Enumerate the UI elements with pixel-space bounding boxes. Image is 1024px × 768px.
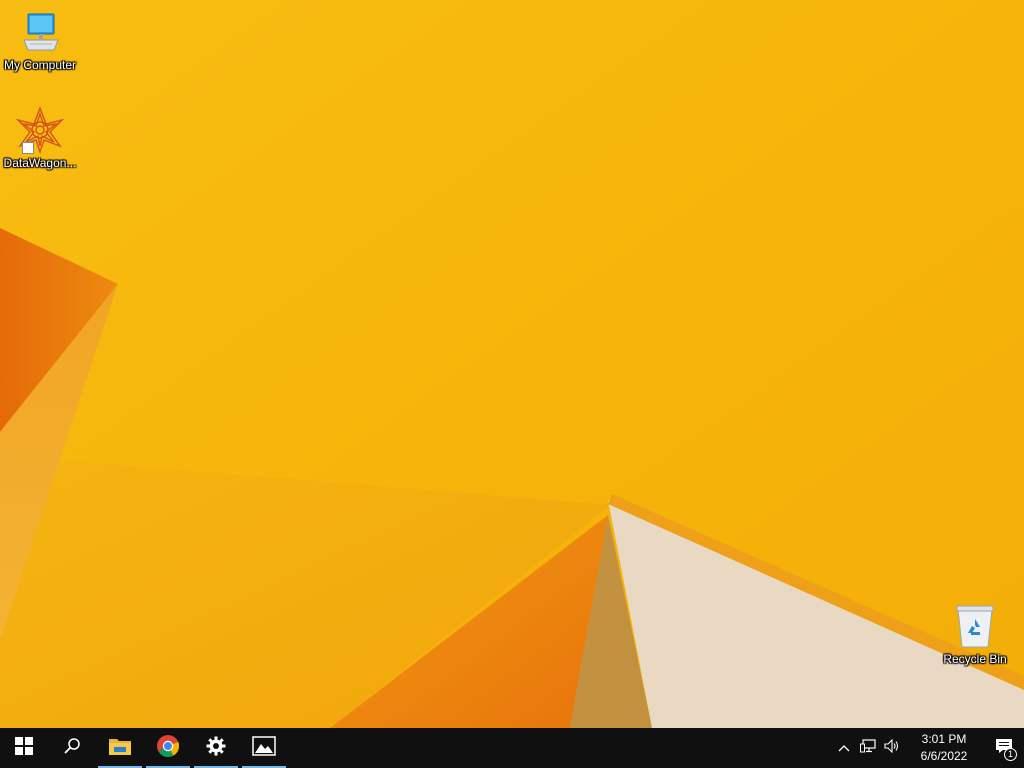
notification-count-badge: 1 xyxy=(1004,748,1017,761)
desktop-icon-label: Recycle Bin xyxy=(943,652,1007,666)
photos-button[interactable] xyxy=(240,728,288,768)
datawagon-icon xyxy=(16,106,64,154)
desktop-icon-label: My Computer xyxy=(3,58,77,72)
file-explorer-icon xyxy=(108,736,132,761)
desktop[interactable]: My Computer DataWagon... Recycle Bin xyxy=(0,0,1024,728)
show-hidden-icons-button[interactable] xyxy=(832,728,856,768)
volume-button[interactable] xyxy=(880,728,904,768)
desktop-icon-label: DataWagon... xyxy=(3,156,77,170)
photos-icon xyxy=(252,735,276,761)
desktop-icon-my-computer[interactable]: My Computer xyxy=(0,8,80,72)
settings-gear-icon xyxy=(206,736,226,761)
desktop-icon-datawagon[interactable]: DataWagon... xyxy=(0,106,80,170)
system-tray: 3:01 PM 6/6/2022 1 xyxy=(832,728,1024,768)
shortcut-arrow-icon xyxy=(22,142,34,154)
search-icon xyxy=(63,737,81,760)
settings-button[interactable] xyxy=(192,728,240,768)
clock-date: 6/6/2022 xyxy=(920,749,968,763)
clock-time: 3:01 PM xyxy=(921,732,967,746)
volume-icon xyxy=(884,738,900,758)
wallpaper xyxy=(0,0,1024,728)
taskbar: 3:01 PM 6/6/2022 1 xyxy=(0,728,1024,768)
chrome-icon xyxy=(156,734,180,763)
windows-start-icon xyxy=(15,736,33,760)
recycle-bin-icon xyxy=(951,602,999,650)
action-center-button[interactable]: 1 xyxy=(984,728,1024,768)
start-button[interactable] xyxy=(0,728,48,768)
search-button[interactable] xyxy=(48,728,96,768)
clock[interactable]: 3:01 PM 6/6/2022 xyxy=(904,728,984,768)
chrome-button[interactable] xyxy=(144,728,192,768)
desktop-icon-recycle-bin[interactable]: Recycle Bin xyxy=(935,602,1015,666)
computer-icon xyxy=(16,8,64,56)
chevron-up-icon xyxy=(838,739,850,757)
network-button[interactable] xyxy=(856,728,880,768)
file-explorer-button[interactable] xyxy=(96,728,144,768)
network-icon xyxy=(860,738,876,758)
